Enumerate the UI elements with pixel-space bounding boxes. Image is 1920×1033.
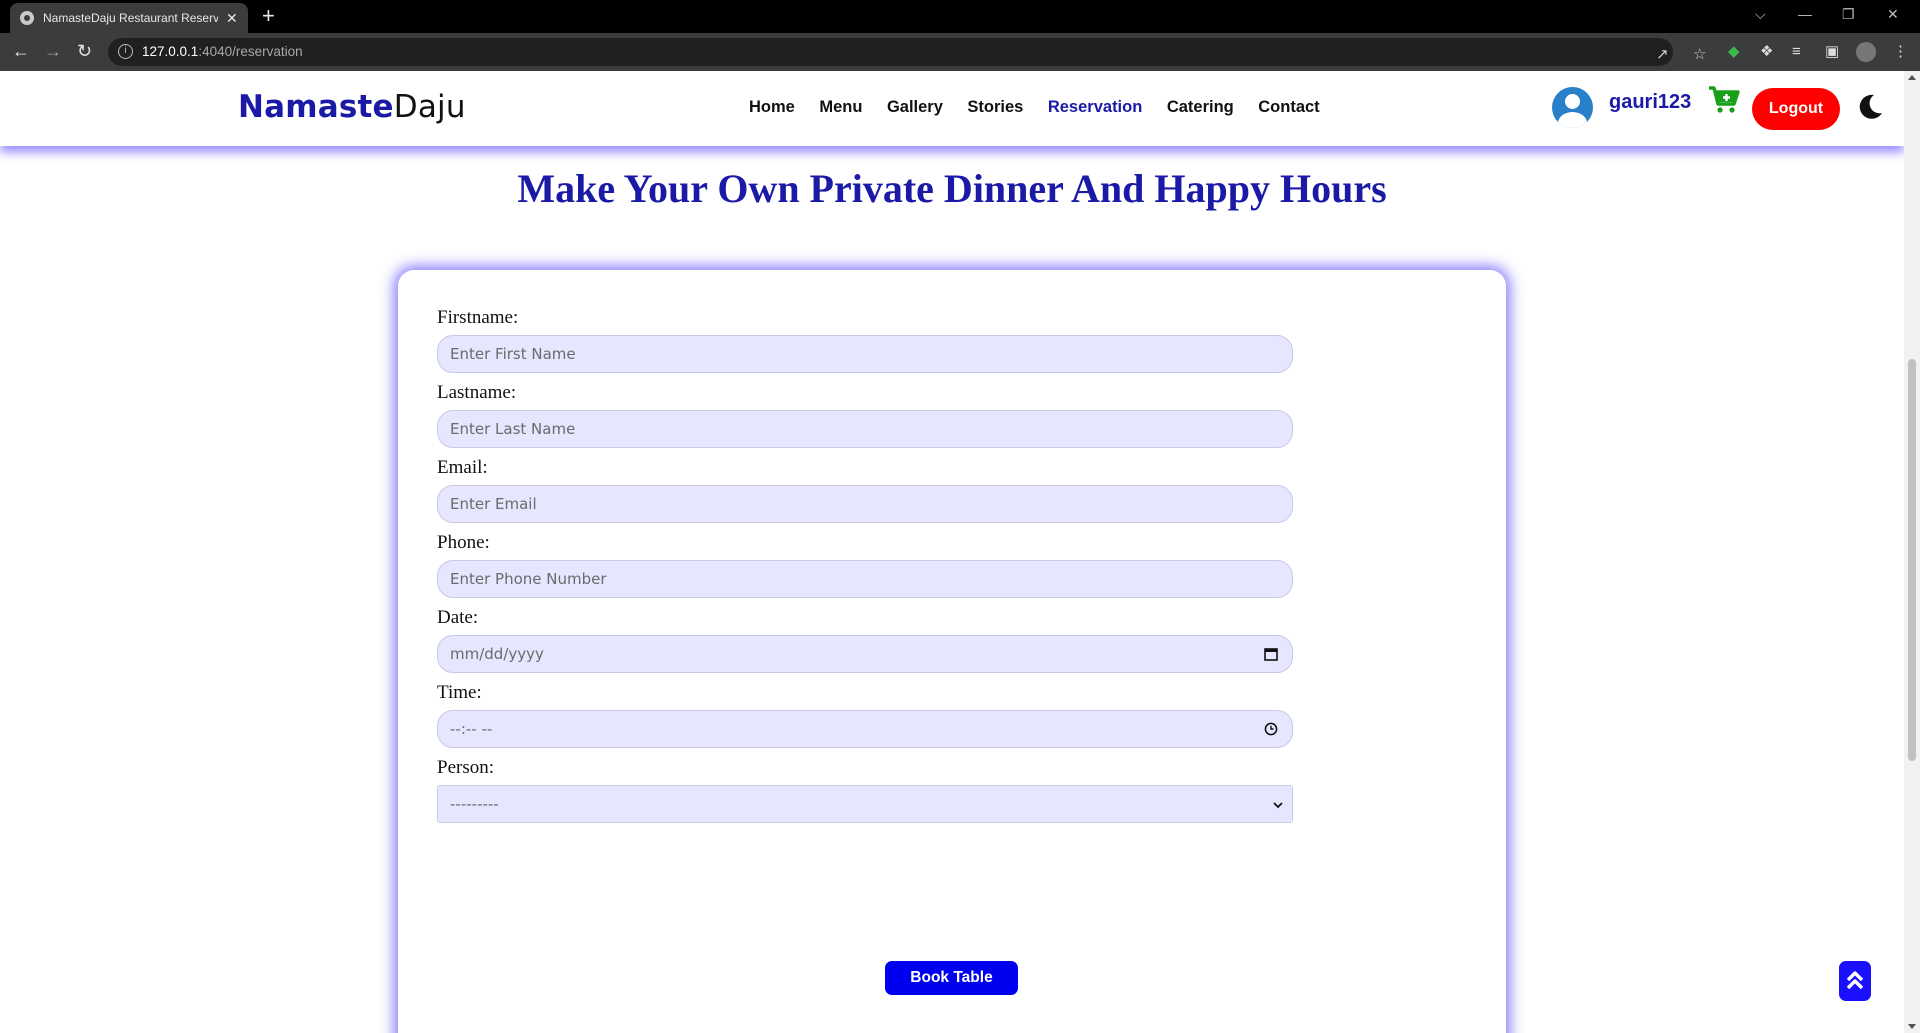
scroll-up-arrow-icon[interactable] (1908, 75, 1916, 80)
date-value: mm/dd/yyyy (450, 645, 544, 663)
date-label: Date: (437, 607, 479, 628)
calendar-icon[interactable] (1264, 647, 1278, 661)
nav-menu[interactable]: Menu (819, 98, 862, 117)
site-header: NamasteDaju Home Menu Gallery Stories Re… (0, 71, 1904, 146)
reading-list-icon[interactable]: ≡ (1792, 42, 1801, 62)
url-path: :4040/reservation (198, 44, 303, 59)
tab-search-icon[interactable]: ⌵ (1755, 6, 1766, 23)
browser-tab-bar: NamasteDaju Restaurant Reserva ✕ + ⌵ — ❐… (0, 0, 1920, 33)
nav-catering[interactable]: Catering (1167, 98, 1234, 117)
tab-close-icon[interactable]: ✕ (226, 10, 238, 27)
user-avatar-icon[interactable] (1552, 87, 1593, 128)
puzzle-icon[interactable]: ❖ (1760, 42, 1773, 62)
cart-add-icon[interactable] (1708, 85, 1740, 115)
lastname-label: Lastname: (437, 382, 517, 403)
username[interactable]: gauri123 (1609, 91, 1691, 114)
url-field[interactable]: i 127.0.0.1:4040/reservation ↗ ☆ (108, 38, 1706, 66)
page-scrollbar[interactable] (1904, 71, 1920, 1033)
main-nav: Home Menu Gallery Stories Reservation Ca… (749, 98, 1344, 117)
time-input[interactable]: --:-- -- (437, 710, 1293, 748)
nav-stories[interactable]: Stories (967, 98, 1023, 117)
reservation-form-card: Firstname: Enter First Name Lastname: En… (398, 270, 1506, 1033)
forward-icon[interactable]: → (44, 41, 62, 61)
lastname-input[interactable]: Enter Last Name (437, 410, 1293, 448)
back-icon[interactable]: ← (12, 41, 30, 61)
profile-icon[interactable] (1856, 42, 1876, 62)
new-tab-button[interactable]: + (262, 4, 275, 28)
nav-home[interactable]: Home (749, 98, 795, 117)
tab-title: NamasteDaju Restaurant Reserva (43, 11, 218, 25)
clock-icon[interactable] (1264, 722, 1278, 736)
scroll-down-arrow-icon[interactable] (1908, 1024, 1916, 1029)
scrollbar-thumb[interactable] (1908, 359, 1916, 761)
globe-icon (20, 11, 34, 25)
reload-icon[interactable]: ↻ (77, 41, 92, 61)
browser-tab[interactable]: NamasteDaju Restaurant Reserva ✕ (10, 3, 248, 33)
nav-gallery[interactable]: Gallery (887, 98, 943, 117)
site-logo[interactable]: NamasteDaju (238, 89, 466, 125)
dark-mode-moon-icon[interactable] (1856, 93, 1884, 121)
url-text: 127.0.0.1:4040/reservation (142, 44, 303, 59)
time-label: Time: (437, 682, 482, 703)
bookmark-star-icon[interactable]: ☆ (1693, 45, 1706, 63)
person-selected-value: --------- (450, 795, 499, 813)
time-value: --:-- -- (450, 720, 493, 738)
email-label: Email: (437, 457, 488, 478)
extension-icon[interactable]: ◆ (1728, 42, 1740, 62)
firstname-input[interactable]: Enter First Name (437, 335, 1293, 373)
page-viewport: NamasteDaju Home Menu Gallery Stories Re… (0, 71, 1904, 1033)
close-window-button[interactable]: ✕ (1887, 6, 1899, 23)
page-title: Make Your Own Private Dinner And Happy H… (517, 166, 1387, 211)
chevron-down-icon (1273, 802, 1283, 809)
email-input[interactable]: Enter Email (437, 485, 1293, 523)
person-label: Person: (437, 757, 494, 778)
person-select[interactable]: --------- (437, 785, 1293, 823)
more-menu-icon[interactable]: ⋮ (1893, 42, 1908, 62)
nav-contact[interactable]: Contact (1258, 98, 1319, 117)
firstname-label: Firstname: (437, 307, 519, 328)
address-bar: ← → ↻ i 127.0.0.1:4040/reservation ↗ ☆ ◆… (0, 33, 1920, 71)
nav-reservation[interactable]: Reservation (1048, 98, 1142, 117)
logo-part-namaste: Namaste (238, 89, 394, 125)
side-panel-icon[interactable]: ▣ (1825, 42, 1839, 62)
url-host: 127.0.0.1 (142, 44, 199, 59)
minimize-button[interactable]: — (1798, 6, 1812, 22)
date-input[interactable]: mm/dd/yyyy (437, 635, 1293, 673)
logout-button[interactable]: Logout (1752, 88, 1840, 130)
logo-part-daju: Daju (393, 89, 466, 125)
phone-input[interactable]: Enter Phone Number (437, 560, 1293, 598)
restore-button[interactable]: ❐ (1842, 6, 1855, 23)
share-icon[interactable]: ↗ (1656, 45, 1669, 63)
scroll-to-top-button[interactable] (1839, 961, 1871, 1001)
book-table-button[interactable]: Book Table (885, 961, 1018, 995)
info-icon[interactable]: i (118, 44, 133, 59)
phone-label: Phone: (437, 532, 490, 553)
double-chevron-up-icon (1846, 971, 1864, 990)
